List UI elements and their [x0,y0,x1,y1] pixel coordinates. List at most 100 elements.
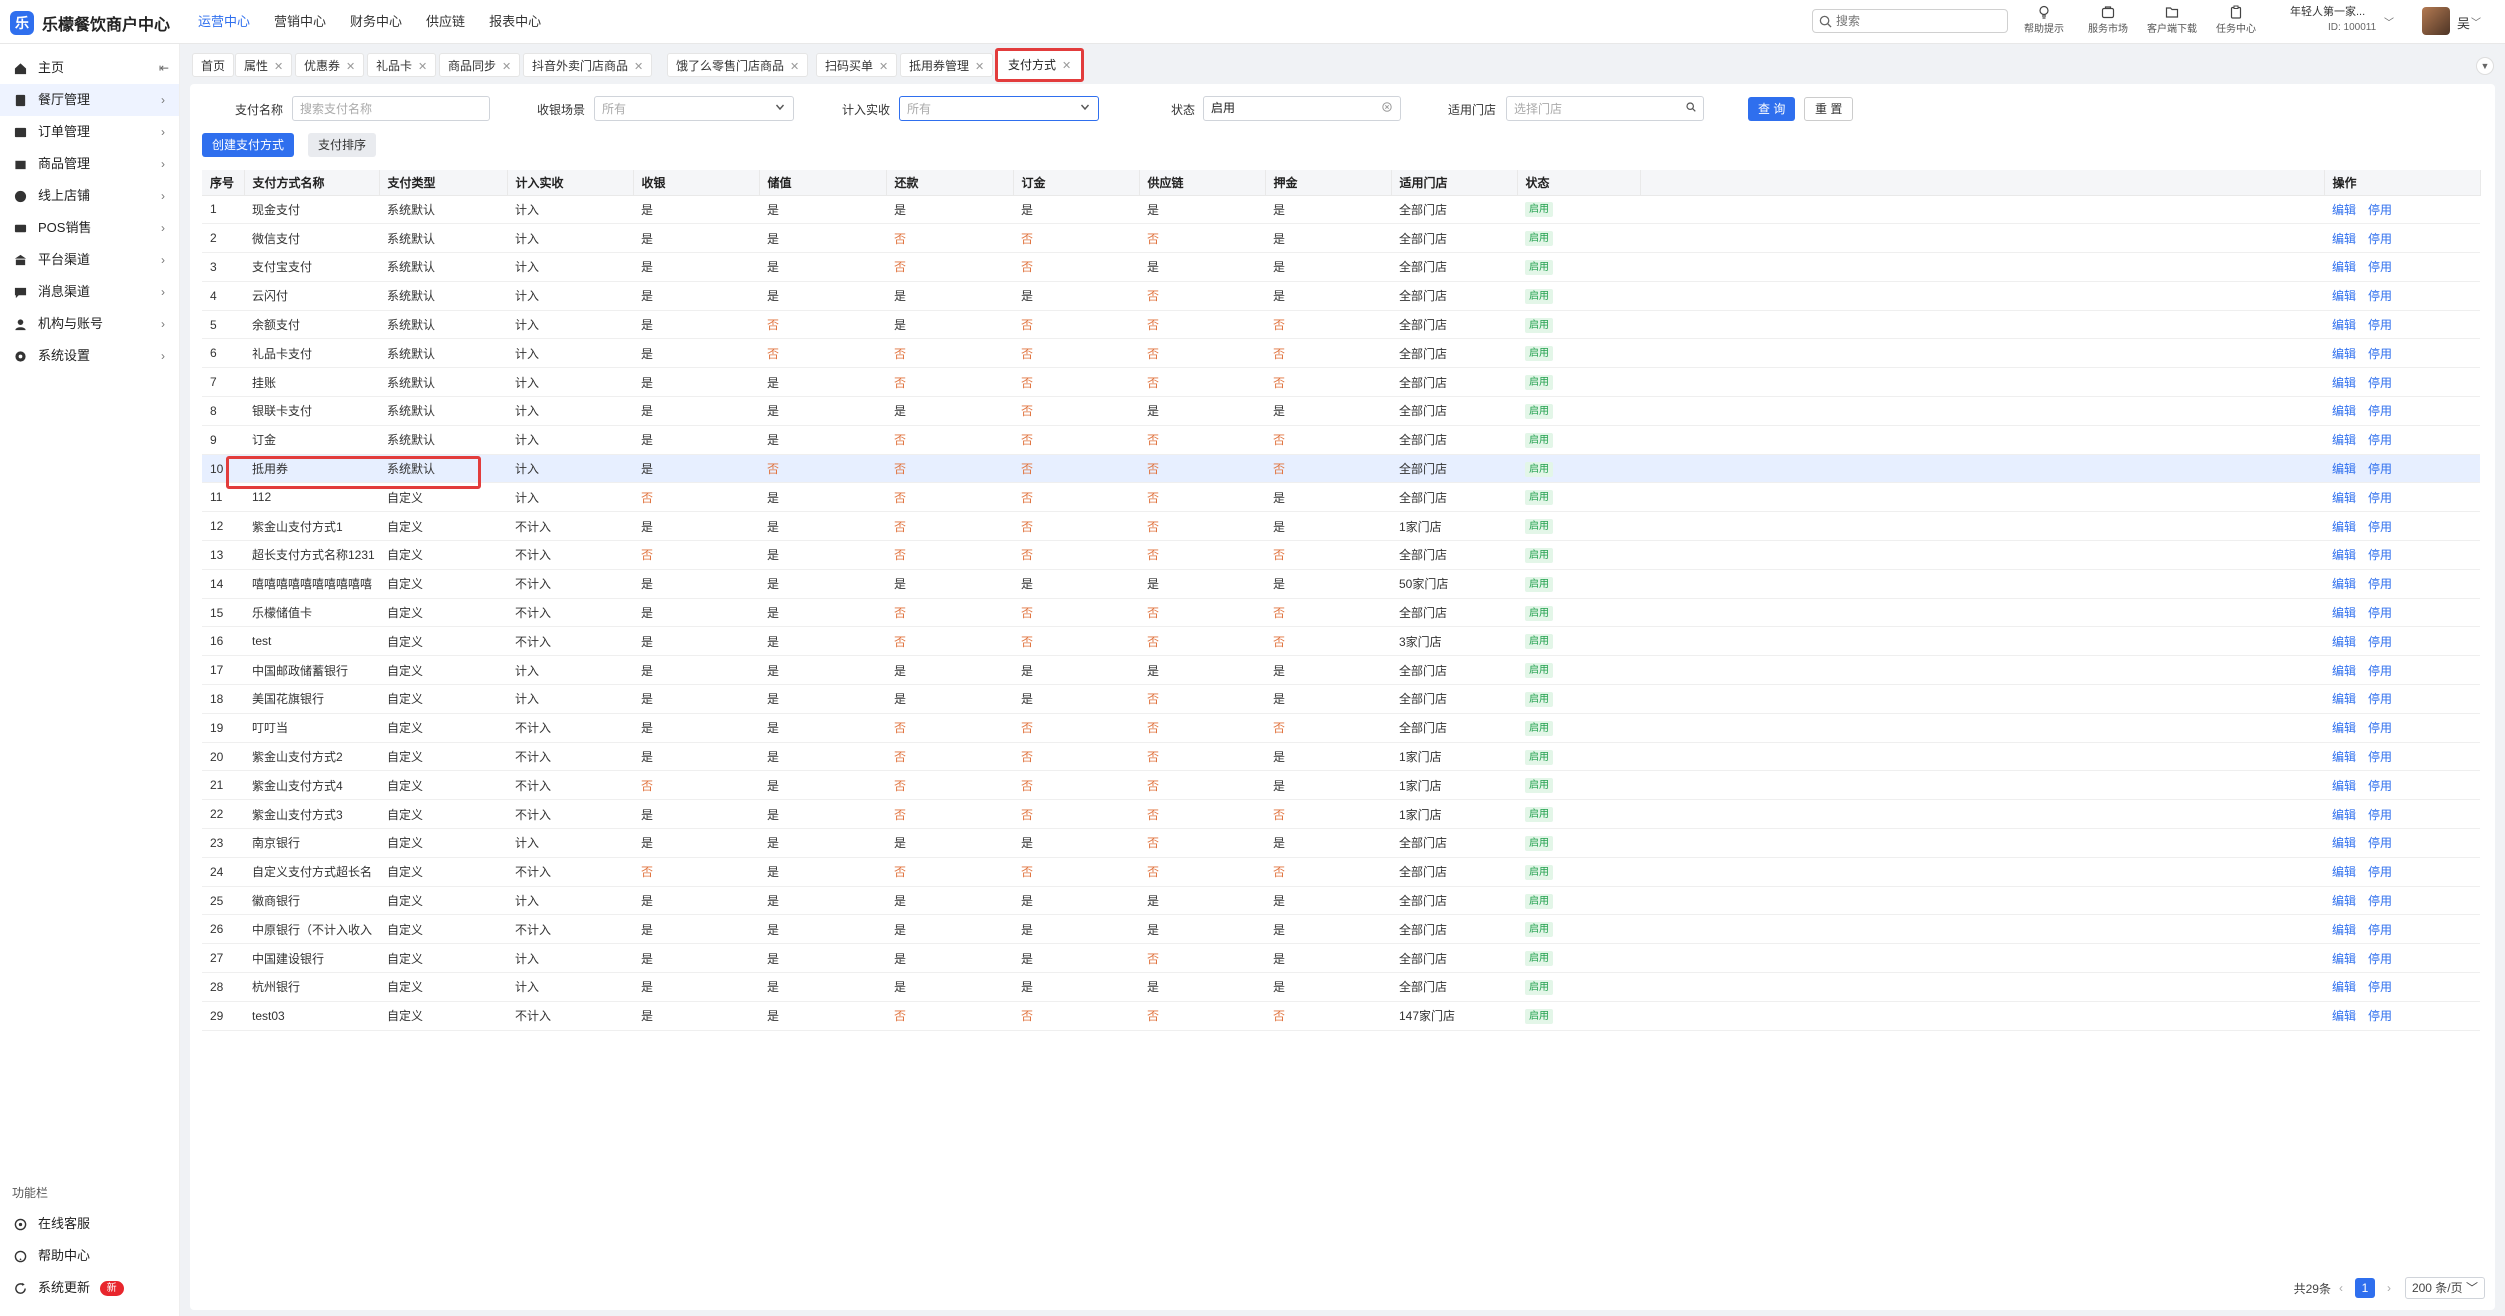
chevron-down-icon[interactable]: ﹀ [2384,14,2394,29]
topnav-supply-chain[interactable]: 供应链 [426,0,465,44]
disable-link[interactable]: 停用 [2368,232,2392,246]
table-row[interactable]: 29 test03 自定义 不计入是是否否否否 147家门店 启用 编辑 停用 [202,1001,2480,1031]
table-row[interactable]: 7 挂账 系统默认 计入是是否否否否全部门店 启用 编辑 停用 [202,367,2480,398]
table-row[interactable]: 1 现金支付 系统默认 计入是是是是是是全部门店 启用 编辑 停用 [202,195,2480,225]
prev-page-icon[interactable]: ‹ [2331,1281,2351,1295]
payment-sort-button[interactable]: 支付排序 [308,133,377,157]
edit-link[interactable]: 编辑 [2332,232,2356,246]
disable-link[interactable]: 停用 [2368,577,2392,591]
close-icon[interactable]: ✕ [502,61,511,73]
edit-link[interactable]: 编辑 [2332,808,2356,822]
close-icon[interactable]: ✕ [790,61,799,73]
org-switcher[interactable]: 年轻人第一家... ID: 100011 [2290,4,2376,36]
disable-link[interactable]: 停用 [2368,808,2392,822]
edit-link[interactable]: 编辑 [2332,520,2356,534]
edit-link[interactable]: 编辑 [2332,923,2356,937]
income-select[interactable] [899,96,1099,121]
chevron-down-icon[interactable]: ﹀ [2471,14,2481,29]
disable-link[interactable]: 停用 [2368,779,2392,793]
tab-scan-pay[interactable]: 扫码买单 ✕ [816,53,898,77]
tab-attributes[interactable]: 属性 ✕ [235,53,293,77]
table-row[interactable]: 4 云闪付 系统默认 计入是是是是否是全部门店 启用 编辑 停用 [202,281,2480,311]
disable-link[interactable]: 停用 [2368,376,2392,390]
next-page-icon[interactable]: › [2379,1281,2399,1295]
clear-icon[interactable] [1382,102,1392,112]
disable-link[interactable]: 停用 [2368,318,2392,332]
disable-link[interactable]: 停用 [2368,433,2392,447]
global-search-input[interactable] [1836,14,1996,28]
disable-link[interactable]: 停用 [2368,635,2392,649]
tab-product-sync[interactable]: 商品同步 ✕ [439,53,521,77]
edit-link[interactable]: 编辑 [2332,462,2356,476]
table-row[interactable]: 2 微信支付 系统默认 计入是是否否否是全部门店 启用 编辑 停用 [202,223,2480,254]
table-row[interactable]: 17 中国邮政储蓄银行 自定义 计入是是是是是是全部门店 启用 编辑 停用 [202,655,2480,686]
close-icon[interactable]: ✕ [1062,60,1071,72]
close-icon[interactable]: ✕ [975,61,984,73]
disable-link[interactable]: 停用 [2368,520,2392,534]
edit-link[interactable]: 编辑 [2332,347,2356,361]
service-market-button[interactable]: 服务市场 [2076,3,2140,35]
edit-link[interactable]: 编辑 [2332,952,2356,966]
disable-link[interactable]: 停用 [2368,1009,2392,1023]
system-update-link[interactable]: 系统更新 新 [0,1272,180,1304]
current-page[interactable]: 1 [2354,1278,2375,1298]
disable-link[interactable]: 停用 [2368,721,2392,735]
sidebar-item-orders[interactable]: 订单管理 › [0,116,179,148]
table-row[interactable]: 16 test 自定义 不计入是是否否否否 3家门店 启用 编辑 停用 [202,626,2480,657]
edit-link[interactable]: 编辑 [2332,260,2356,274]
edit-link[interactable]: 编辑 [2332,1009,2356,1023]
table-row[interactable]: 12 紫金山支付方式1 自定义 不计入是是否否否是 1家门店 启用 编辑 停用 [202,511,2480,542]
disable-link[interactable]: 停用 [2368,865,2392,879]
edit-link[interactable]: 编辑 [2332,779,2356,793]
topnav-operations[interactable]: 运营中心 [198,0,250,44]
close-icon[interactable]: ✕ [274,61,283,73]
edit-link[interactable]: 编辑 [2332,289,2356,303]
table-row[interactable]: 20 紫金山支付方式2 自定义 不计入是是否否否是 1家门店 启用 编辑 停用 [202,742,2480,772]
table-row[interactable]: 11 112 自定义 计入否是否否否是全部门店 启用 编辑 停用 [202,482,2480,513]
edit-link[interactable]: 编辑 [2332,318,2356,332]
table-row[interactable]: 22 紫金山支付方式3 自定义 不计入是是否否否否 1家门店 启用 编辑 停用 [202,799,2480,830]
edit-link[interactable]: 编辑 [2332,664,2356,678]
sidebar-item-settings[interactable]: 系统设置 › [0,340,179,372]
edit-link[interactable]: 编辑 [2332,606,2356,620]
table-row[interactable]: 21 紫金山支付方式4 自定义 不计入否是否否否是 1家门店 启用 编辑 停用 [202,770,2480,801]
close-icon[interactable]: ✕ [879,61,888,73]
close-icon[interactable]: ✕ [418,61,427,73]
edit-link[interactable]: 编辑 [2332,836,2356,850]
edit-link[interactable]: 编辑 [2332,721,2356,735]
table-row[interactable]: 28 杭州银行 自定义 计入是是是是是是全部门店 启用 编辑 停用 [202,972,2480,1002]
table-row[interactable]: 27 中国建设银行 自定义 计入是是是是否是全部门店 启用 编辑 停用 [202,943,2480,974]
reset-button[interactable]: 重 置 [1804,97,1854,121]
disable-link[interactable]: 停用 [2368,347,2392,361]
disable-link[interactable]: 停用 [2368,606,2392,620]
table-row[interactable]: 3 支付宝支付 系统默认 计入是是否否是是全部门店 启用 编辑 停用 [202,252,2480,282]
table-row[interactable]: 5 余额支付 系统默认 计入是否是否否否全部门店 启用 编辑 停用 [202,310,2480,340]
disable-link[interactable]: 停用 [2368,923,2392,937]
edit-link[interactable]: 编辑 [2332,635,2356,649]
edit-link[interactable]: 编辑 [2332,750,2356,764]
edit-link[interactable]: 编辑 [2332,692,2356,706]
disable-link[interactable]: 停用 [2368,491,2392,505]
sidebar-item-messages[interactable]: 消息渠道 › [0,276,179,308]
sidebar-item-online-store[interactable]: 线上店铺 › [0,180,179,212]
table-row[interactable]: 13 超长支付方式名称1231 自定义 不计入否是否否否否全部门店 启用 编辑 停用 [202,540,2480,570]
app-logo[interactable]: 乐 乐檬餐饮商户中心 [10,11,170,35]
table-row[interactable]: 9 订金 系统默认 计入是是否否否否全部门店 启用 编辑 停用 [202,425,2480,455]
disable-link[interactable]: 停用 [2368,692,2392,706]
close-icon[interactable]: ✕ [346,61,355,73]
tab-douyin-products[interactable]: 抖音外卖门店商品 ✕ [523,53,653,77]
table-row[interactable]: 24 自定义支付方式超长名 自定义 不计入否是否否否否全部门店 启用 编辑 停用 [202,857,2480,887]
task-center-button[interactable]: 任务中心 [2204,3,2268,35]
sidebar-item-restaurant[interactable]: 餐厅管理 › [0,84,179,116]
disable-link[interactable]: 停用 [2368,952,2392,966]
client-download-button[interactable]: 客户端下载 [2140,3,2204,35]
page-size-select[interactable]: 200 条/页 ﹀ [2404,1277,2485,1299]
store-select[interactable] [1506,96,1704,121]
sidebar-item-products[interactable]: 商品管理 › [0,148,179,180]
table-row[interactable]: 10 抵用券 系统默认 计入是否否否否否全部门店 启用 编辑 停用 [202,454,2480,484]
tab-gift-card[interactable]: 礼品卡 ✕ [367,53,437,77]
disable-link[interactable]: 停用 [2368,260,2392,274]
disable-link[interactable]: 停用 [2368,894,2392,908]
edit-link[interactable]: 编辑 [2332,548,2356,562]
table-row[interactable]: 15 乐檬储值卡 自定义 不计入是是否否否否全部门店 启用 编辑 停用 [202,598,2480,628]
